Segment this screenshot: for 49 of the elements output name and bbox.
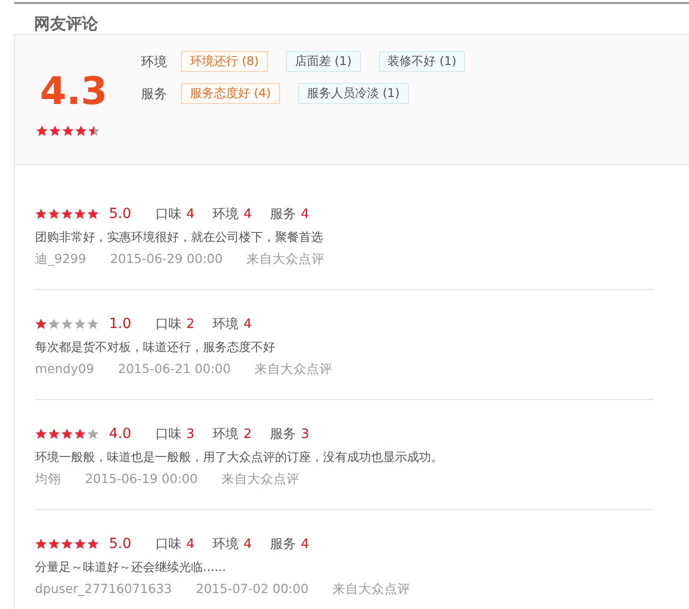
review-source: 来自大众点评: [332, 580, 411, 598]
average-score: 4.3: [40, 69, 108, 113]
review-source: 来自大众点评: [254, 360, 333, 378]
review-text: 每次都是货不对板，味道还行，服务态度不好: [35, 339, 276, 356]
rating-label: 口味: [155, 427, 182, 442]
rating-value: 4: [186, 207, 195, 222]
review-score: 1.0: [109, 316, 132, 332]
review-date: 2015-06-29 00:00: [110, 250, 223, 268]
rating-value: 4: [244, 207, 252, 222]
rating-label: 服务: [270, 427, 296, 442]
rating-value: 3: [300, 427, 310, 442]
review-date: 2015-06-19 00:00: [85, 470, 198, 488]
review-score: 5.0: [109, 206, 132, 222]
section-title: 网友评论: [33, 13, 99, 34]
rating-value: 2: [244, 427, 252, 442]
rating-value: 2: [186, 317, 195, 332]
rating-value: 4: [300, 537, 310, 552]
rating-value: 4: [300, 207, 310, 222]
review-source: 来自大众点评: [246, 250, 325, 268]
rating-label: 口味: [155, 537, 182, 552]
review-date: 2015-07-02 00:00: [196, 580, 309, 598]
review-text: 分量足～味道好～还会继续光临......: [35, 559, 227, 576]
rating-value: 4: [244, 317, 252, 332]
review-score: 4.0: [109, 426, 132, 442]
rating-value: 4: [186, 537, 195, 552]
review-date: 2015-06-21 00:00: [118, 360, 231, 378]
category-label: 环境: [141, 54, 167, 70]
review-text: 环境一般般，味道也是一般般，用了大众点评的订座，没有成功也显示成功。: [35, 449, 444, 466]
rating-value: 3: [186, 427, 195, 442]
reviewer-name: 均翎: [35, 470, 61, 488]
rating-label: 口味: [155, 207, 182, 222]
reviewer-name: mendy09: [35, 360, 94, 378]
rating-label: 服务: [270, 207, 296, 222]
review-source: 来自大众点评: [222, 470, 300, 488]
rating-label: 环境: [212, 207, 239, 222]
reviewer-name: dpuser_27716071633: [35, 580, 172, 598]
rating-label: 服务: [270, 537, 296, 552]
review-tag[interactable]: 装修不好 (1): [378, 51, 466, 72]
reviewer-name: 迪_9299: [35, 250, 86, 268]
rating-value: 4: [244, 537, 252, 552]
review-tag[interactable]: 服务人员冷淡 (1): [298, 83, 409, 104]
category-label: 服务: [141, 86, 167, 102]
review-tag[interactable]: 店面差 (1): [286, 51, 361, 72]
review-score: 5.0: [109, 536, 132, 552]
rating-label: 环境: [212, 317, 239, 332]
rating-label: 口味: [155, 317, 182, 332]
review-text: 团购非常好，实惠环境很好，就在公司楼下，聚餐首选: [35, 229, 324, 246]
rating-label: 环境: [212, 537, 239, 552]
rating-label: 环境: [212, 427, 239, 442]
